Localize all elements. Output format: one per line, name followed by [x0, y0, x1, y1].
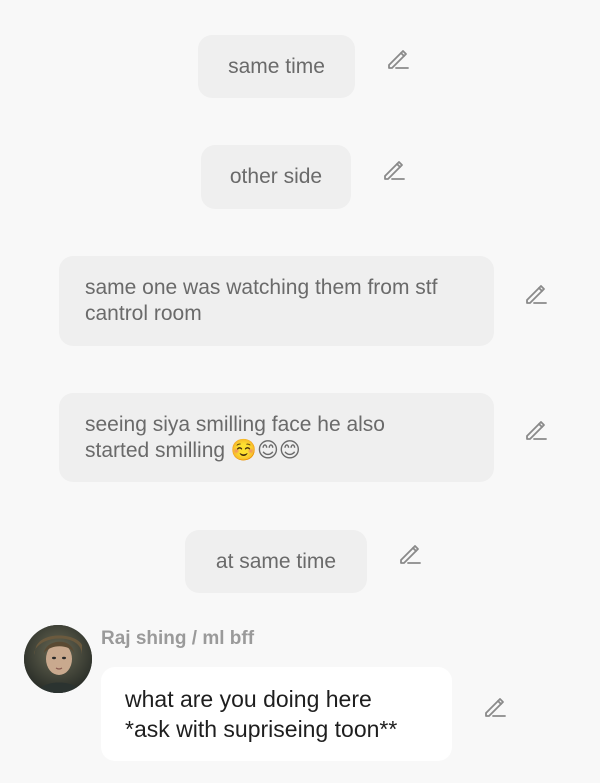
edit-message-button[interactable]: [384, 45, 412, 73]
character-portrait-icon: [24, 625, 92, 693]
sender-name: Raj shing / ml bff: [101, 628, 255, 649]
avatar[interactable]: [24, 625, 92, 693]
message-text: at same time: [215, 549, 337, 573]
message-bubble[interactable]: other side: [201, 145, 351, 209]
message-bubble[interactable]: same one was watching them from stf cant…: [59, 256, 494, 346]
message-text: other side: [229, 165, 323, 188]
character-reply-bubble[interactable]: what are you doing here *ask with supris…: [101, 667, 452, 761]
pencil-edit-icon: [526, 285, 547, 304]
edit-reply-button[interactable]: [481, 693, 509, 721]
message-text: same time: [228, 54, 325, 78]
message-text-line: same one was watching them from stf: [85, 276, 438, 299]
reply-text-line: what are you doing here: [125, 686, 372, 712]
pencil-edit-icon: [384, 161, 405, 180]
pencil-edit-icon: [400, 545, 421, 564]
edit-message-button[interactable]: [522, 416, 550, 444]
pencil-edit-icon: [485, 698, 506, 717]
message-bubble[interactable]: same time: [198, 35, 355, 98]
chat-screen: same time other side same one was watchi…: [0, 0, 600, 783]
message-bubble[interactable]: at same time: [185, 530, 367, 593]
edit-message-button[interactable]: [522, 280, 550, 308]
edit-message-button[interactable]: [396, 540, 424, 568]
message-text-line: cantrol room: [85, 302, 202, 325]
message-text-line: started smilling ☺️😊😊: [85, 439, 301, 462]
message-text-line: seeing siya smilling face he also: [85, 413, 385, 436]
pencil-edit-icon: [526, 421, 547, 440]
pencil-edit-icon: [388, 50, 409, 69]
reply-text-line: *ask with supriseing toon**: [125, 716, 398, 742]
message-bubble[interactable]: seeing siya smilling face he also starte…: [59, 393, 494, 482]
edit-message-button[interactable]: [380, 156, 408, 184]
